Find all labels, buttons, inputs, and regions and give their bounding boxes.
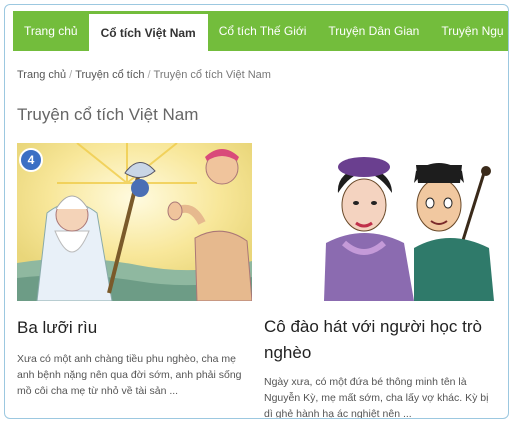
story-thumbnail[interactable]: 4 xyxy=(17,143,252,301)
singer-scholar-illustration xyxy=(264,143,500,301)
story-card[interactable]: Cô đào hát với người học trò nghèo Ngày … xyxy=(264,143,500,419)
story-excerpt: Ngày xưa, có một đứa bé thông minh tên l… xyxy=(264,376,489,419)
story-thumbnail[interactable] xyxy=(264,143,500,301)
nav-item-world-fairy-tales[interactable]: Cổ tích Thế Giới xyxy=(208,11,318,51)
story-title[interactable]: Ba lưỡi rìu xyxy=(17,315,252,341)
browser-frame: Trang chủ Cổ tích Việt Nam Cổ tích Thế G… xyxy=(4,4,509,419)
main-nav: Trang chủ Cổ tích Việt Nam Cổ tích Thế G… xyxy=(13,11,508,51)
breadcrumb-home[interactable]: Trang chủ xyxy=(17,69,66,81)
breadcrumb-separator: / xyxy=(69,69,73,81)
nav-item-home[interactable]: Trang chủ xyxy=(13,11,89,51)
woodcutter-illustration xyxy=(17,143,252,301)
breadcrumb-fairy-tales[interactable]: Truyện cổ tích xyxy=(75,69,144,81)
story-excerpt: Xưa có một anh chàng tiều phu nghèo, cha… xyxy=(17,353,242,397)
nav-item-fables[interactable]: Truyện Ngụ Ngôn xyxy=(430,11,508,51)
breadcrumb: Trang chủ / Truyện cổ tích / Truyện cổ tích … xyxy=(17,69,271,81)
breadcrumb-separator: / xyxy=(147,69,151,81)
episode-badge: 4 xyxy=(19,148,43,172)
page-title: Truyện cổ tích Việt Nam xyxy=(17,105,199,124)
nav-item-vietnam-fairy-tales[interactable]: Cổ tích Việt Nam xyxy=(88,11,208,51)
story-card[interactable]: 4 Ba lưỡi rìu Xưa có một anh chàng tiều … xyxy=(17,143,252,399)
nav-item-folk-tales[interactable]: Truyện Dân Gian xyxy=(317,11,430,51)
breadcrumb-current: Truyện cổ tích Việt Nam xyxy=(153,69,271,81)
story-title[interactable]: Cô đào hát với người học trò nghèo xyxy=(264,314,500,366)
